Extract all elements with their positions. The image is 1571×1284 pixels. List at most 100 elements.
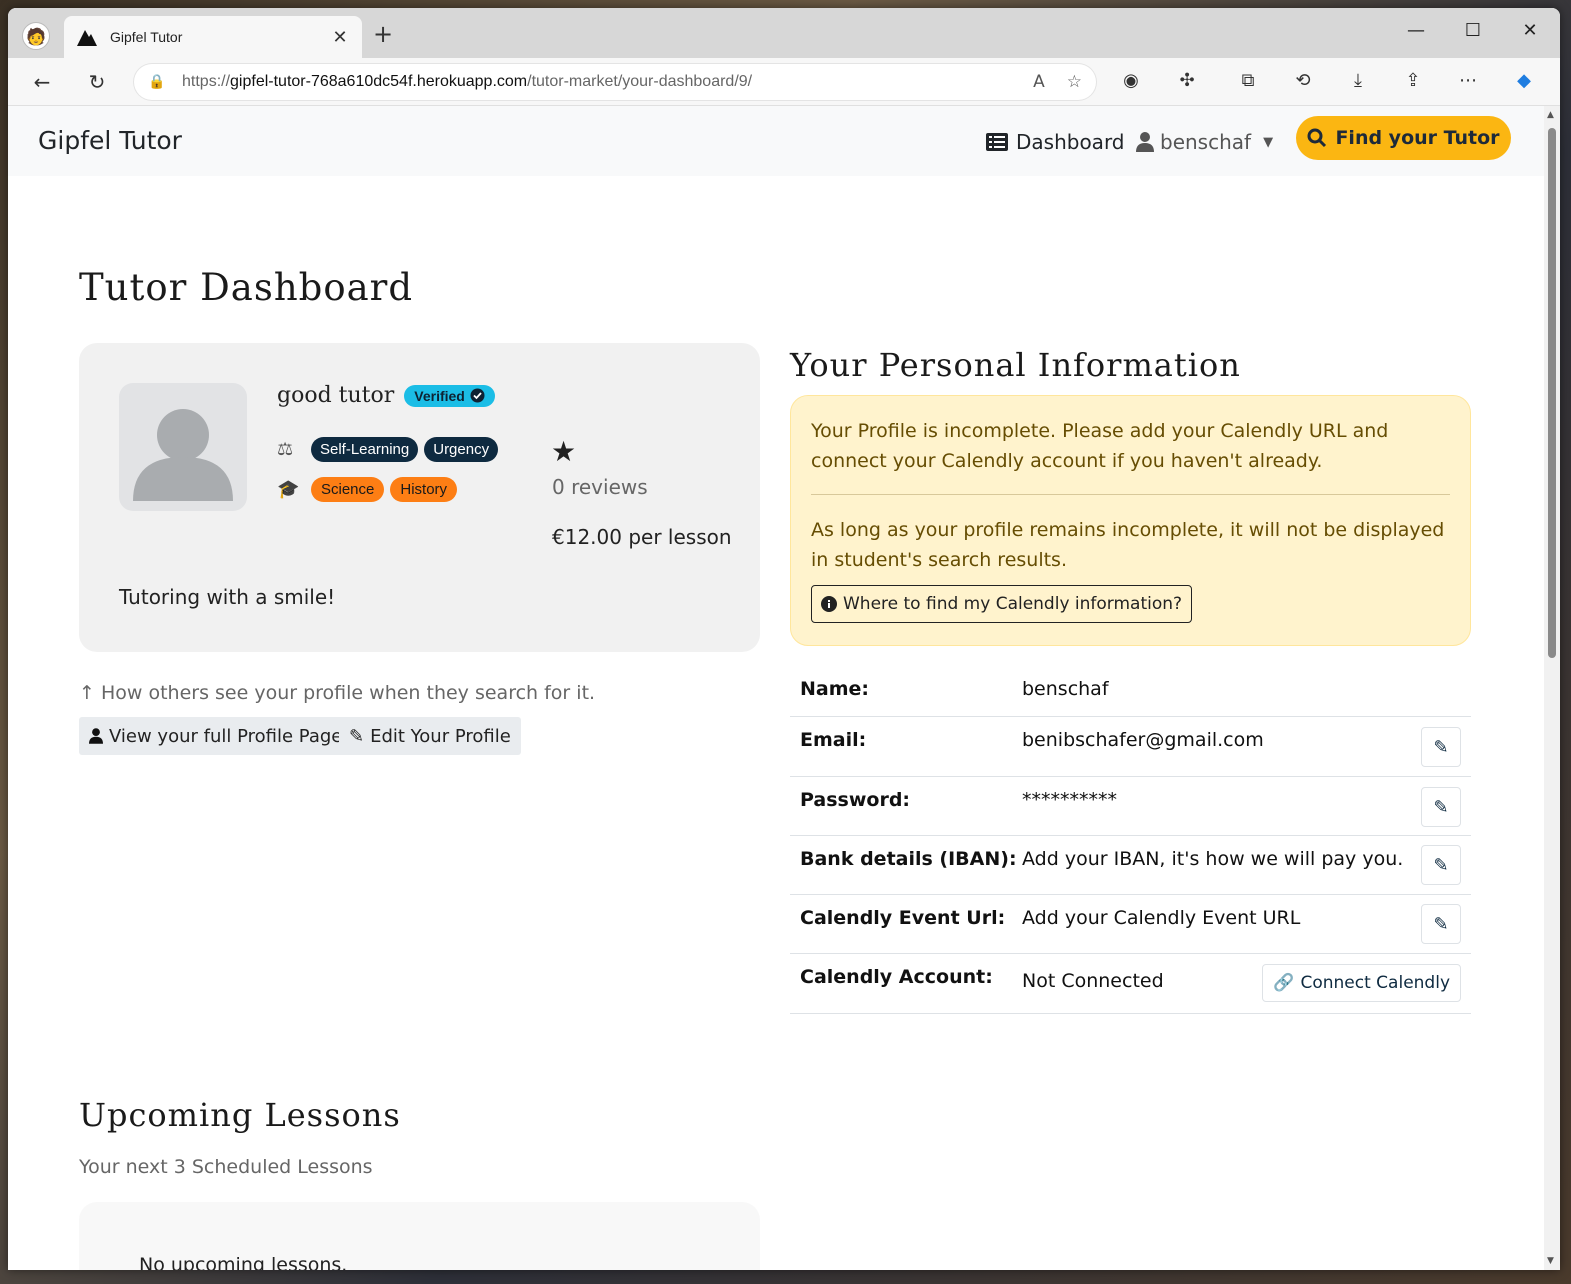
lock-icon[interactable]: 🔒 xyxy=(148,74,165,90)
scale-icon: ⚖ xyxy=(277,439,294,460)
upcoming-lessons-card: No upcoming lessons. xyxy=(79,1202,760,1270)
find-tutor-label: Find your Tutor xyxy=(1335,127,1500,149)
alert-divider xyxy=(811,494,1450,495)
close-tab-icon[interactable]: ✕ xyxy=(330,27,350,48)
scroll-down-icon[interactable]: ▼ xyxy=(1547,1256,1554,1266)
list-icon xyxy=(986,133,1008,151)
row-label: Email: xyxy=(800,729,867,751)
alert-text-2: As long as your profile remains incomple… xyxy=(811,519,1445,571)
favorite-star-icon[interactable]: ☆ xyxy=(1067,72,1082,92)
browser-profile-avatar[interactable]: 🧑 xyxy=(22,22,50,50)
table-row: Calendly Event Url: Add your Calendly Ev… xyxy=(790,895,1471,954)
search-icon xyxy=(1307,128,1327,148)
edit-password-button[interactable]: ✎ xyxy=(1421,787,1461,827)
view-profile-button[interactable]: View your full Profile Page xyxy=(79,717,353,755)
nav-user-label: benschaf xyxy=(1160,130,1252,154)
download-icon[interactable]: ⤓ xyxy=(1345,70,1371,91)
row-value: benibschafer@gmail.com xyxy=(1022,729,1264,751)
new-tab-icon[interactable]: + xyxy=(371,22,395,46)
edit-calendly-url-button[interactable]: ✎ xyxy=(1421,904,1461,944)
edit-profile-button[interactable]: ✎ Edit Your Profile xyxy=(339,717,521,755)
pencil-icon: ✎ xyxy=(1433,796,1449,818)
graduation-cap-icon: 🎓 xyxy=(277,479,300,500)
close-window-icon[interactable]: ✕ xyxy=(1515,20,1545,41)
personal-info-table: Name: benschaf Email: benibschafer@gmail… xyxy=(790,666,1471,1014)
tab-title: Gipfel Tutor xyxy=(110,29,183,45)
edit-iban-button[interactable]: ✎ xyxy=(1421,845,1461,885)
extensions-puzzle-icon[interactable]: ✣ xyxy=(1174,70,1200,91)
row-value: Add your IBAN, it's how we will pay you. xyxy=(1022,848,1404,870)
tab-bar: 🧑 Gipfel Tutor ✕ + — ☐ ✕ xyxy=(8,8,1560,58)
mountain-logo-icon xyxy=(77,30,97,46)
tutor-name-text: good tutor xyxy=(277,383,395,408)
pencil-icon: ✎ xyxy=(1433,854,1449,876)
refresh-icon[interactable]: ↻ xyxy=(83,68,111,96)
table-row: Name: benschaf xyxy=(790,666,1471,717)
personal-info-title: Your Personal Information xyxy=(790,346,1241,384)
profile-preview-card: good tutor Verified ⚖ Self-Learning Urge… xyxy=(79,343,760,652)
row-value: Not Connected xyxy=(1022,970,1164,992)
upcoming-lessons-title: Upcoming Lessons xyxy=(79,1096,401,1134)
scroll-up-icon[interactable]: ▲ xyxy=(1547,110,1554,120)
copilot-icon[interactable]: ◆ xyxy=(1511,70,1537,91)
row-value: Add your Calendly Event URL xyxy=(1022,907,1301,929)
back-arrow-icon[interactable]: ← xyxy=(28,68,56,96)
nav-dashboard-link[interactable]: Dashboard xyxy=(986,130,1125,154)
info-circle-icon xyxy=(821,596,837,612)
learning-styles-row: ⚖ Self-Learning Urgency xyxy=(277,437,499,462)
address-bar-row: ← ↻ 🔒 https://gipfel-tutor-768a610dc54f.… xyxy=(8,58,1560,106)
caret-down-icon: ▼ xyxy=(1263,134,1274,150)
web-page: Gipfel Tutor Dashboard benschaf ▼ Find y… xyxy=(8,106,1544,1270)
user-icon xyxy=(1136,132,1154,152)
pencil-icon: ✎ xyxy=(349,725,365,747)
maximize-icon[interactable]: ☐ xyxy=(1458,20,1488,41)
tutor-name: good tutor Verified xyxy=(277,383,495,408)
upcoming-lessons-subtitle: Your next 3 Scheduled Lessons xyxy=(79,1156,373,1178)
connect-calendly-button[interactable]: 🔗 Connect Calendly xyxy=(1262,964,1461,1002)
learning-style-pill: Urgency xyxy=(424,437,499,462)
table-row: Calendly Account: Not Connected 🔗 Connec… xyxy=(790,954,1471,1014)
page-title: Tutor Dashboard xyxy=(79,266,414,309)
scrollbar-thumb[interactable] xyxy=(1548,128,1556,658)
no-lessons-text: No upcoming lessons. xyxy=(139,1254,348,1270)
history-icon[interactable]: ⟲ xyxy=(1290,70,1316,91)
nav-dashboard-label: Dashboard xyxy=(1016,130,1125,154)
incomplete-profile-alert: Your Profile is incomplete. Please add y… xyxy=(790,395,1471,646)
row-label: Password: xyxy=(800,789,911,811)
subject-pill: History xyxy=(390,477,458,502)
arrow-up-icon: ↑ xyxy=(79,682,95,704)
page-scrollbar[interactable]: ▲ ▼ xyxy=(1544,106,1560,1270)
share-icon[interactable]: ⇪ xyxy=(1400,70,1426,91)
table-row: Bank details (IBAN): Add your IBAN, it's… xyxy=(790,836,1471,895)
pencil-icon: ✎ xyxy=(1433,913,1449,935)
row-label: Calendly Event Url: xyxy=(800,907,1006,929)
view-profile-label: View your full Profile Page xyxy=(109,725,343,747)
calendly-info-label: Where to find my Calendly information? xyxy=(843,594,1183,614)
nav-user-dropdown[interactable]: benschaf ▼ xyxy=(1136,130,1273,154)
minimize-icon[interactable]: — xyxy=(1401,20,1431,41)
extension-avatar-icon[interactable]: ◉ xyxy=(1118,70,1144,91)
calendly-info-button[interactable]: Where to find my Calendly information? xyxy=(811,585,1193,623)
lesson-price: €12.00 per lesson xyxy=(552,525,732,549)
edit-email-button[interactable]: ✎ xyxy=(1421,727,1461,767)
profile-preview-hint: ↑ How others see your profile when they … xyxy=(79,682,595,704)
tutor-tagline: Tutoring with a smile! xyxy=(119,585,336,609)
hint-text: How others see your profile when they se… xyxy=(100,682,596,704)
url-bar[interactable]: 🔒 https://gipfel-tutor-768a610dc54f.hero… xyxy=(134,64,1096,100)
site-brand[interactable]: Gipfel Tutor xyxy=(38,126,182,155)
avatar xyxy=(119,383,247,511)
browser-tab[interactable]: Gipfel Tutor ✕ xyxy=(64,16,362,58)
user-icon xyxy=(89,728,103,744)
row-label: Name: xyxy=(800,678,870,700)
more-menu-icon[interactable]: ⋯ xyxy=(1455,70,1481,91)
subjects-row: 🎓 Science History xyxy=(277,477,458,502)
alert-text-1: Your Profile is incomplete. Please add y… xyxy=(811,420,1389,472)
collections-icon[interactable]: ⧉ xyxy=(1235,70,1261,91)
edit-profile-label: Edit Your Profile xyxy=(370,725,511,747)
find-tutor-button[interactable]: Find your Tutor xyxy=(1296,116,1511,160)
read-aloud-icon[interactable]: A xyxy=(1033,72,1045,92)
row-label: Calendly Account: xyxy=(800,966,993,988)
verified-label: Verified xyxy=(414,387,465,404)
verified-badge: Verified xyxy=(404,384,495,407)
learning-style-pill: Self-Learning xyxy=(311,437,419,462)
